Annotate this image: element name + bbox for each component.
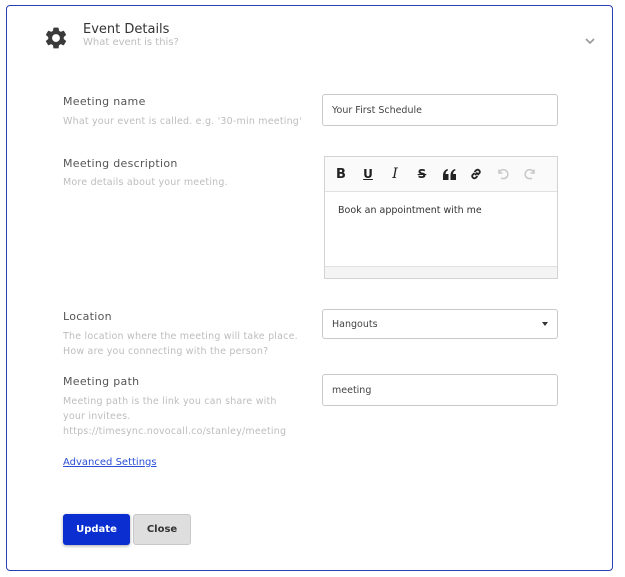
- section-title: Event Details: [83, 22, 170, 37]
- meeting-name-help: What your event is called. e.g. '30-min …: [63, 116, 302, 127]
- location-help-1: The location where the meeting will take…: [63, 331, 298, 342]
- strikethrough-icon[interactable]: S: [414, 166, 430, 182]
- meeting-path-help-1: Meeting path is the link you can share w…: [63, 396, 277, 407]
- description-editor[interactable]: B U I S Book an appointment with me: [324, 156, 558, 279]
- meeting-path-help-2: your invitees.: [63, 411, 131, 422]
- gear-icon: [45, 27, 67, 49]
- section-subtitle: What event is this?: [83, 37, 179, 48]
- link-icon[interactable]: [468, 166, 484, 182]
- meeting-path-value: meeting: [332, 384, 372, 396]
- editor-toolbar: B U I S: [325, 157, 557, 192]
- location-select[interactable]: Hangouts: [322, 309, 558, 339]
- editor-content[interactable]: Book an appointment with me: [338, 205, 482, 216]
- meeting-name-label: Meeting name: [63, 95, 146, 108]
- meeting-description-label: Meeting description: [63, 157, 178, 170]
- meeting-path-input[interactable]: meeting: [322, 374, 558, 406]
- event-details-card: [6, 5, 613, 571]
- close-button[interactable]: Close: [133, 514, 191, 545]
- location-help-2: How are you connecting with the person?: [63, 346, 269, 357]
- location-selected-value: Hangouts: [332, 318, 378, 330]
- meeting-description-help: More details about your meeting.: [63, 177, 228, 188]
- redo-icon[interactable]: [522, 166, 538, 182]
- bold-icon[interactable]: B: [333, 166, 349, 182]
- editor-footer: [325, 266, 557, 278]
- undo-icon[interactable]: [495, 166, 511, 182]
- advanced-settings-link[interactable]: Advanced Settings: [63, 457, 157, 468]
- meeting-path-label: Meeting path: [63, 375, 140, 388]
- meeting-name-value: Your First Schedule: [332, 104, 422, 116]
- meeting-name-input[interactable]: Your First Schedule: [322, 94, 558, 126]
- quote-icon[interactable]: [441, 166, 457, 182]
- meeting-path-help-url: https://timesync.novocall.co/stanley/mee…: [63, 426, 287, 437]
- underline-icon[interactable]: U: [360, 166, 376, 182]
- chevron-down-icon[interactable]: [584, 35, 596, 47]
- location-label: Location: [63, 310, 112, 323]
- update-button[interactable]: Update: [63, 514, 130, 545]
- caret-down-icon: [542, 322, 548, 326]
- italic-icon[interactable]: I: [387, 166, 403, 182]
